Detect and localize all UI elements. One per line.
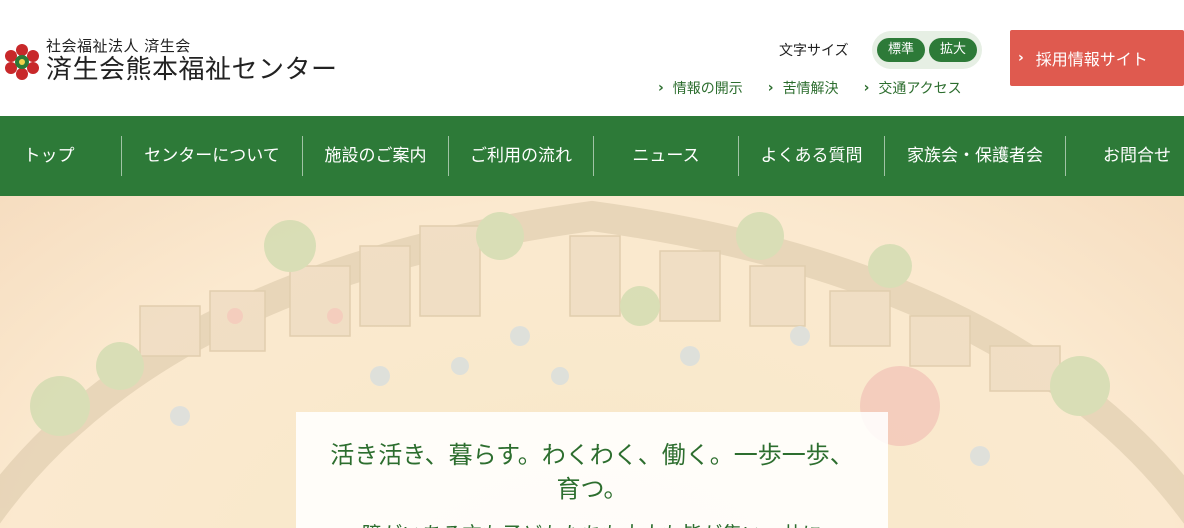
hero-tagline-box: 活き活き、暮らす。わくわく、働く。一歩一歩、育つ。 障がいある方も子どもたちも大… (296, 412, 888, 528)
recruit-label: 採用情報サイト (1035, 50, 1148, 69)
nav-item-news[interactable]: ニュース (594, 116, 738, 196)
site-header: 社会福祉法人 済生会 済生会熊本福祉センター 文字サイズ 標準 拡大 › 情報の開… (0, 0, 1184, 116)
chevron-right-icon: › (863, 80, 870, 96)
link-disclosure[interactable]: › 情報の開示 (658, 78, 743, 98)
utility-links: › 情報の開示 › 苦情解決 › 交通アクセス (658, 78, 962, 98)
nav-item-family[interactable]: 家族会・保護者会 (885, 116, 1065, 196)
link-label: 苦情解決 (782, 81, 839, 97)
nav-divider (1065, 136, 1066, 176)
font-size-toggle: 標準 拡大 (872, 31, 982, 69)
nav-item-flow[interactable]: ご利用の流れ (449, 116, 593, 196)
font-size-large-button[interactable]: 拡大 (929, 38, 978, 62)
org-main-title: 済生会熊本福祉センター (46, 55, 338, 85)
link-access[interactable]: › 交通アクセス (864, 78, 962, 98)
hero-tagline: 活き活き、暮らす。わくわく、働く。一歩一歩、育つ。 (330, 441, 854, 503)
nav-item-about[interactable]: センターについて (122, 116, 302, 196)
hero-tagline-sub: 障がいある方も子どもたちも大人も皆が集い、共に (296, 518, 888, 528)
org-sub-title: 社会福祉法人 済生会 (46, 37, 191, 55)
nav-item-faq[interactable]: よくある質問 (739, 116, 884, 196)
font-size-label: 文字サイズ (779, 43, 849, 59)
recruit-site-button[interactable]: › 採用情報サイト (1010, 30, 1184, 86)
font-size-standard-button[interactable]: 標準 (876, 38, 925, 62)
main-nav: トップ センターについて 施設のご案内 ご利用の流れ ニュース よくある質問 家… (0, 116, 1184, 196)
nav-item-top[interactable]: トップ (0, 116, 98, 196)
link-label: 情報の開示 (672, 81, 743, 97)
chevron-right-icon: › (658, 80, 664, 96)
chevron-right-icon: › (1018, 50, 1024, 66)
nav-item-contact[interactable]: お問合せ (1090, 116, 1184, 196)
nav-item-facilities[interactable]: 施設のご案内 (303, 116, 448, 196)
site-logo[interactable]: 社会福祉法人 済生会 済生会熊本福祉センター (2, 38, 338, 85)
saiseikai-emblem-icon (5, 43, 39, 80)
hero-illustration: 活き活き、暮らす。わくわく、働く。一歩一歩、育つ。 障がいある方も子どもたちも大… (0, 196, 1184, 528)
link-complaints[interactable]: › 苦情解決 (768, 78, 839, 98)
chevron-right-icon: › (767, 80, 774, 96)
link-label: 交通アクセス (878, 81, 962, 97)
